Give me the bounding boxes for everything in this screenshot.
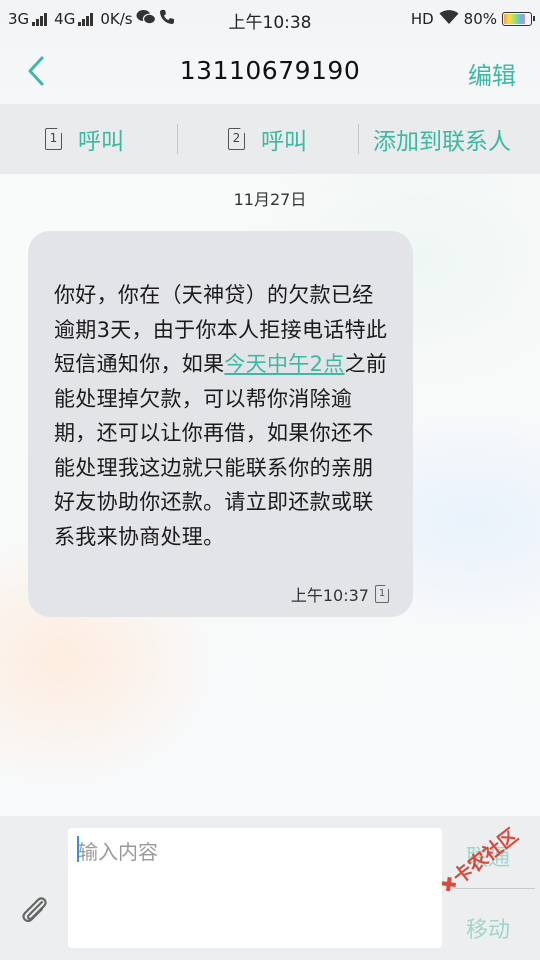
- divider: [358, 124, 359, 154]
- edit-button[interactable]: 编辑: [468, 56, 516, 91]
- conversation-date: 11月27日: [233, 190, 307, 209]
- header: 13110679190 编辑: [0, 38, 540, 104]
- call-sim2-button[interactable]: 2 呼叫: [228, 104, 307, 174]
- add-contact-button[interactable]: 添加到联系人: [373, 104, 511, 174]
- contact-number-title: 13110679190: [179, 56, 361, 85]
- text-cursor: [77, 836, 79, 862]
- message-time: 上午10:37: [290, 586, 369, 605]
- call-sim1-button[interactable]: 1 呼叫: [45, 104, 124, 174]
- message-text-part-2: 之前能处理掉欠款，可以帮你消除逾期，还可以让你再借，如果你还不能处理我这边就只能…: [54, 352, 388, 549]
- paperclip-icon[interactable]: [18, 894, 50, 930]
- message-input[interactable]: [68, 828, 442, 948]
- hd-indicator: HD: [410, 10, 434, 28]
- battery-fill: [504, 14, 525, 24]
- status-bar: 3G 4G 0K/s 上午10:38 HD 80%: [0, 0, 540, 38]
- message-text: 你好，你在（天神贷）的欠款已经逾期3天，由于你本人拒接电话特此短信通知你，如果今…: [54, 278, 393, 554]
- message-time-link[interactable]: 今天中午2点: [224, 352, 344, 376]
- sim2-icon: 2: [228, 128, 245, 150]
- wifi-icon: [439, 9, 459, 29]
- call-sim1-label: 呼叫: [78, 129, 124, 155]
- sim-card-icon: 1: [375, 585, 389, 603]
- add-contact-label: 添加到联系人: [373, 129, 511, 155]
- battery-percent: 80%: [463, 10, 497, 28]
- sim1-icon: 1: [45, 128, 62, 150]
- divider: [177, 124, 178, 154]
- call-sim2-label: 呼叫: [261, 129, 307, 155]
- message-timestamp: 上午10:37 1: [291, 582, 389, 606]
- send-mobile-button[interactable]: 移动: [466, 912, 510, 944]
- battery-icon: [502, 12, 535, 26]
- status-right: HD 80%: [410, 9, 535, 29]
- action-bar: 1 呼叫 2 呼叫 添加到联系人: [0, 104, 540, 174]
- message-bubble[interactable]: 你好，你在（天神贷）的欠款已经逾期3天，由于你本人拒接电话特此短信通知你，如果今…: [28, 231, 413, 617]
- send-divider: [455, 888, 535, 889]
